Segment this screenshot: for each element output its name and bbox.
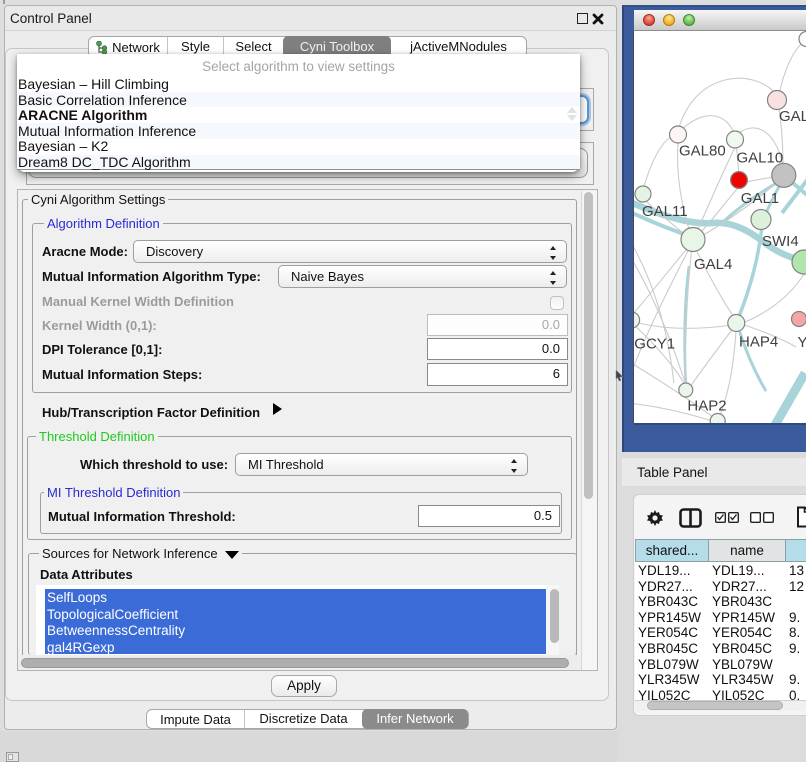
svg-text:HAP4: HAP4	[739, 334, 778, 351]
svg-text:GAL7: GAL7	[779, 108, 806, 125]
svg-text:GAL1: GAL1	[741, 190, 779, 207]
svg-text:GCY1: GCY1	[634, 336, 675, 353]
svg-text:Y: Y	[798, 334, 806, 351]
svg-text:GAL11: GAL11	[642, 203, 688, 220]
svg-text:GAL4: GAL4	[694, 256, 732, 273]
svg-text:GAL10: GAL10	[737, 150, 784, 167]
svg-text:GAL80: GAL80	[679, 143, 726, 160]
svg-text:HAP2: HAP2	[687, 398, 726, 415]
svg-text:SWI4: SWI4	[762, 233, 799, 250]
